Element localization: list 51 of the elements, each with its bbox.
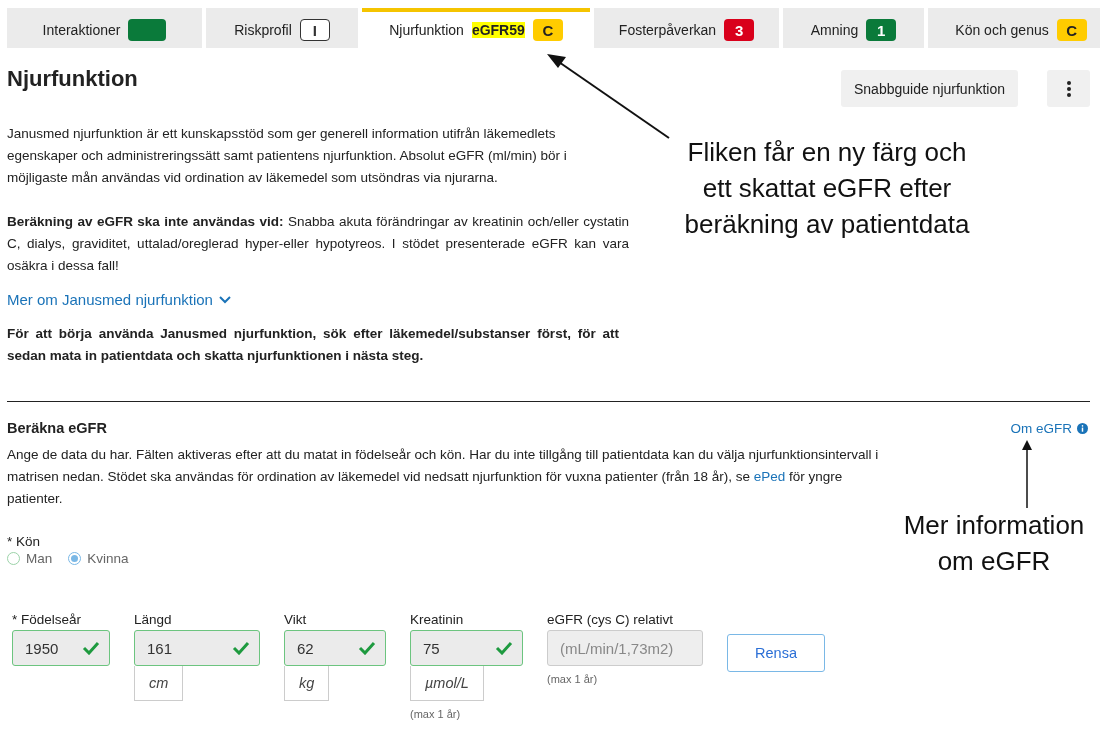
check-icon	[495, 641, 513, 655]
status-badge: C	[1056, 19, 1087, 41]
annotation-text: Mer information om eGFR	[902, 509, 1086, 578]
info-paragraph: Beräkning av eGFR ska inte användas vid: Snabba akuta förändringar av kreatinin och/eller cystatin C, dialys, graviditet, uttalad/oreglerad hyper-eller hypotyreos. I stödet presenterade eGFR kan vara osäkra i dessa fall!	[7, 213, 629, 275]
field-label: eGFR (cys C) relativt	[547, 612, 674, 627]
quick-guide-button[interactable]: Snabbguide njurfunktion	[841, 70, 1018, 107]
radio-option[interactable]: Man	[7, 551, 53, 566]
unit-label: kg	[284, 666, 330, 701]
clear-button[interactable]: Rensa	[727, 634, 825, 672]
page-title: Njurfunktion	[7, 66, 138, 92]
check-icon	[232, 641, 250, 655]
unit-label: µmol/L	[410, 666, 484, 701]
check-icon	[82, 641, 100, 655]
field-label: Kreatinin	[410, 612, 465, 627]
info-paragraph: För att börja använda Janusmed njurfunktion, sök efter läkemedel/substanser först, för att sedan mata in patientdata och skatta njurfunktionen i nästa steg.	[7, 325, 619, 365]
check-icon	[358, 641, 376, 655]
field-label: Vikt	[284, 612, 308, 627]
tab[interactable]: Amning 1	[783, 8, 924, 48]
input-field[interactable]: 161	[134, 630, 260, 666]
tab[interactable]: Kön och genus C	[928, 8, 1100, 48]
field-label: * Kön	[7, 534, 42, 549]
status-badge: C	[532, 19, 563, 41]
radio-button[interactable]	[68, 552, 82, 565]
input-field[interactable]: 75	[410, 630, 523, 666]
tab[interactable]: Riskprofil I	[206, 8, 358, 48]
tab[interactable]: Fosterpåverkan 3	[594, 8, 779, 48]
status-badge: I	[299, 19, 330, 41]
hint-text: (max 1 år)	[410, 708, 462, 720]
annotation-text: Fliken får en ny färg och ett skattat eGFR efter beräkning av patientdata	[683, 136, 971, 241]
info-icon	[1077, 422, 1088, 434]
chevron-icon	[218, 295, 231, 304]
field-label: Längd	[134, 612, 173, 627]
status-badge: 1	[866, 19, 897, 41]
about-egfr-link[interactable]: Om eGFR	[1010, 420, 1088, 436]
section-title: Beräkna eGFR	[7, 420, 107, 436]
info-paragraph: Janusmed njurfunktion är ett kunskapsstöd som ger generell information utifrån läkemedlets egenskaper och administreringssätt samt patientens njurfunktion. Absolut eGFR (ml/min) bör i möjligaste mån användas vid ordination av läkemedel som utsöndras via njurarna.	[7, 125, 568, 187]
eped-link[interactable]: ePed	[753, 469, 786, 484]
unit-label: cm	[134, 666, 184, 701]
expand-link[interactable]: Mer om Janusmed njurfunktion	[7, 291, 231, 308]
hint-text: (max 1 år)	[547, 673, 599, 685]
input-field[interactable]: 62	[284, 630, 386, 666]
section-description: Ange de data du har. Fälten aktiveras efter att du matat in födelseår och kön. Har du inte tillgång till patientdata kan du välja njurfunktionsintervall i matrisen nedan. Stödet ska användas för ordination av läkemedel vid nedsatt njurfunktion för vuxna patienter (från 18 år), se ePed för yngre patienter.	[7, 446, 880, 508]
annotation-arrow	[1022, 440, 1032, 509]
status-badge: 3	[724, 19, 755, 41]
more-icon	[1066, 80, 1071, 97]
more-options-button[interactable]	[1047, 70, 1090, 107]
radio-option[interactable]: Kvinna	[68, 551, 129, 566]
egfr-value-label: eGFR59	[471, 22, 525, 38]
field-label: * Födelseår	[12, 612, 83, 627]
tab[interactable]: Interaktioner	[7, 8, 202, 48]
input-field[interactable]: 1950	[12, 630, 110, 666]
